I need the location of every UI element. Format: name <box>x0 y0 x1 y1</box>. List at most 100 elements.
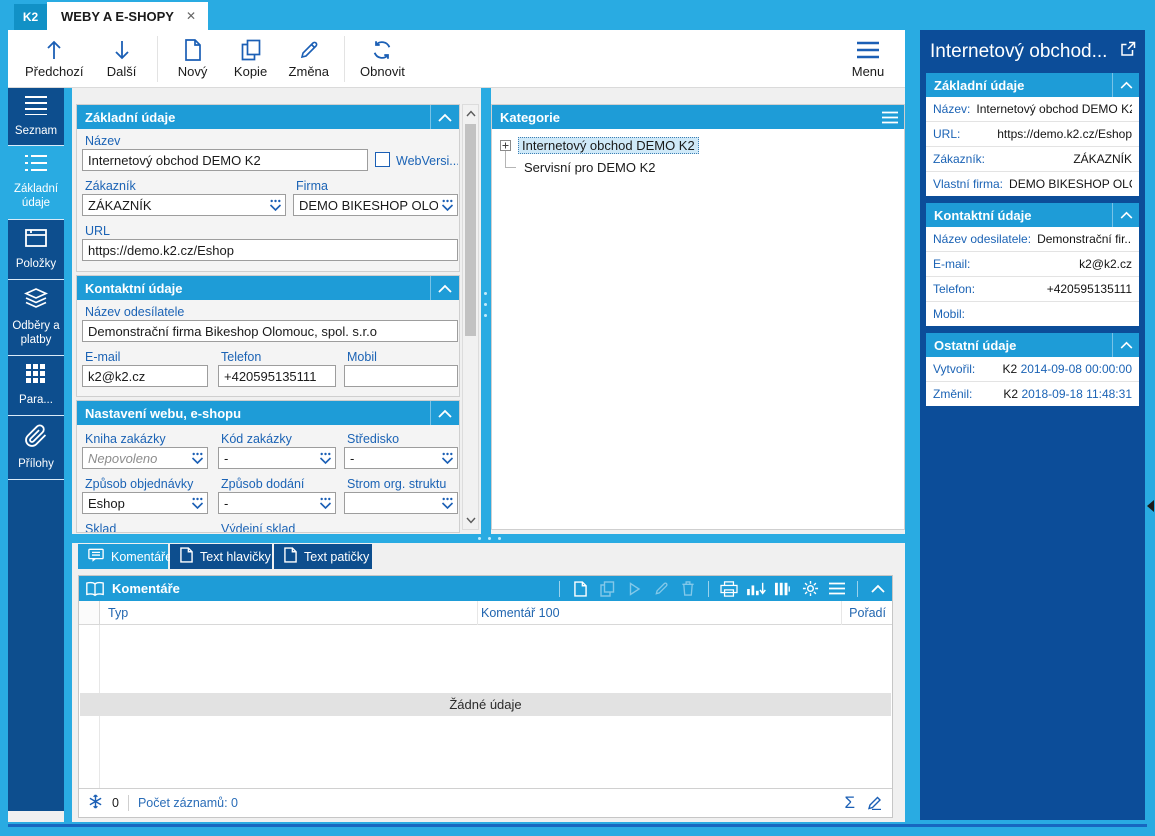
copy-record-icon[interactable] <box>597 580 617 598</box>
columns-icon[interactable] <box>773 580 793 598</box>
speech-bubble-icon <box>88 548 104 566</box>
preview-row: Telefon: +420595135111 <box>926 277 1139 302</box>
previous-button[interactable]: Předchozí <box>16 33 93 85</box>
column-header-typ[interactable]: Typ <box>108 606 128 620</box>
mobil-input[interactable] <box>344 365 458 387</box>
dropdown-icon[interactable] <box>438 452 457 465</box>
form-scrollbar[interactable] <box>462 104 479 530</box>
close-tab-icon[interactable]: ✕ <box>186 9 196 23</box>
scroll-up-icon[interactable] <box>463 106 478 121</box>
tab-text-hlavicky[interactable]: Text hlavičky <box>170 544 272 569</box>
firma-combo[interactable]: DEMO BIKESHOP OLOMOUC <box>293 194 458 216</box>
detail-list-icon <box>23 154 49 176</box>
open-external-icon[interactable] <box>1120 41 1136 63</box>
refresh-button[interactable]: Obnovit <box>351 33 414 85</box>
scrollbar-thumb[interactable] <box>465 124 476 336</box>
phone-input[interactable] <box>218 365 336 387</box>
main-toolbar: Předchozí Další Nový Kopie Změna Obnovit… <box>8 30 905 88</box>
copy-icon <box>241 39 261 61</box>
settings-gear-icon[interactable] <box>800 580 820 598</box>
preview-section-kontaktni: Kontaktní údaje Název odesilatele: Demons… <box>926 203 1139 326</box>
collapse-chevron-icon[interactable] <box>1112 333 1139 357</box>
sidebar-item-zakladni-udaje[interactable]: Základní údaje <box>8 146 64 220</box>
tree-node-internetovy-obchod[interactable]: Internetový obchod DEMO K2 <box>492 135 699 155</box>
collapse-chevron-icon[interactable] <box>430 105 459 129</box>
zpusob-objednavky-combo[interactable]: Eshop <box>82 492 208 514</box>
sidebar-item-seznam[interactable]: Seznam <box>8 88 64 146</box>
sidebar-item-odbery-a-platby[interactable]: Odběry a platby <box>8 280 64 356</box>
new-button[interactable]: Nový <box>164 33 222 85</box>
sidebar-item-polozky[interactable]: Položky <box>8 220 64 280</box>
email-input[interactable] <box>82 365 208 387</box>
grid-menu-icon[interactable] <box>827 580 847 598</box>
pencil-icon <box>298 39 320 61</box>
kod-zakazky-combo[interactable]: - <box>218 447 336 469</box>
dropdown-icon[interactable] <box>188 497 207 510</box>
collapse-chevron-icon[interactable] <box>868 580 888 598</box>
sender-input[interactable] <box>82 320 458 342</box>
dropdown-icon[interactable] <box>188 452 207 465</box>
print-icon[interactable] <box>719 580 739 598</box>
play-icon[interactable] <box>624 580 644 598</box>
preview-section-ostatni: Ostatní údaje Vytvořil: K2 2014-09-08 00… <box>926 333 1139 406</box>
phone-label: Telefon <box>221 350 262 364</box>
table-column-header-row: Typ Komentář 100 Pořadí <box>79 601 892 625</box>
collapse-chevron-icon[interactable] <box>1112 73 1139 97</box>
delete-trash-icon[interactable] <box>678 580 698 598</box>
scroll-down-icon[interactable] <box>463 513 478 528</box>
kod-zakazky-label: Kód zakázky <box>221 432 292 446</box>
new-record-icon[interactable] <box>570 580 590 598</box>
nazev-input[interactable] <box>82 149 368 171</box>
panel-collapse-arrow-icon[interactable] <box>1147 499 1154 517</box>
column-header-poradi[interactable]: Pořadí <box>849 606 886 620</box>
dropdown-icon[interactable] <box>316 497 335 510</box>
panel-nastaveni-webu-header[interactable]: Nastavení webu, e-shopu <box>77 401 459 425</box>
copy-button[interactable]: Kopie <box>222 33 280 85</box>
column-header-komentar[interactable]: Komentář 100 <box>481 606 560 620</box>
webversion-checkbox[interactable] <box>375 152 390 167</box>
url-input[interactable] <box>82 239 458 261</box>
preview-row: Vlastní firma:DEMO BIKESHOP OLO... <box>926 172 1139 196</box>
preview-section-header[interactable]: Základní údaje <box>926 73 1139 97</box>
tab-komentare[interactable]: Komentáře <box>78 544 172 569</box>
panel-kontaktni-udaje-header[interactable]: Kontaktní údaje <box>77 276 459 300</box>
chart-export-icon[interactable] <box>746 580 766 598</box>
webversion-label: WebVersi... <box>396 154 458 168</box>
dropdown-icon[interactable] <box>266 199 285 212</box>
preview-section-header[interactable]: Kontaktní údaje <box>926 203 1139 227</box>
kniha-zakazky-combo[interactable]: Nepovoleno <box>82 447 208 469</box>
preview-section-header[interactable]: Ostatní údaje <box>926 333 1139 357</box>
stredisko-combo[interactable]: - <box>344 447 458 469</box>
collapse-chevron-icon[interactable] <box>430 276 459 300</box>
dropdown-icon[interactable] <box>438 497 457 510</box>
next-button[interactable]: Další <box>93 33 151 85</box>
dropdown-icon[interactable] <box>316 452 335 465</box>
sidebar-item-parametry[interactable]: Para... <box>8 356 64 416</box>
menu-button[interactable]: Menu <box>839 33 897 85</box>
sidebar-item-prilohy[interactable]: Přílohy <box>8 416 64 480</box>
panel-menu-icon[interactable] <box>876 105 904 129</box>
collapse-chevron-icon[interactable] <box>430 401 459 425</box>
vertical-splitter[interactable] <box>481 88 491 534</box>
tab-text-paticky[interactable]: Text patičky <box>274 544 372 569</box>
zakaznik-label: Zákazník <box>85 179 136 193</box>
collapse-chevron-icon[interactable] <box>1112 203 1139 227</box>
arrow-up-icon <box>44 39 64 61</box>
zakaznik-combo[interactable]: ZÁKAZNÍK <box>82 194 286 216</box>
tab-weby-a-eshopy[interactable]: WEBY A E-SHOPY ✕ <box>47 2 208 30</box>
panel-kategorie-header[interactable]: Kategorie <box>492 105 904 129</box>
edit-pencil-icon[interactable] <box>651 580 671 598</box>
sum-sigma-icon[interactable]: Σ <box>844 793 855 813</box>
book-icon <box>85 580 105 598</box>
strom-org-combo[interactable] <box>344 492 458 514</box>
panel-zakladni-udaje-header[interactable]: Základní údaje <box>77 105 459 129</box>
tree-expander-icon[interactable] <box>500 139 511 151</box>
zpusob-dodani-combo[interactable]: - <box>218 492 336 514</box>
tree-node-servisni[interactable]: Servisní pro DEMO K2 <box>492 157 659 177</box>
table-status-bar: 0 Počet záznamů: 0 Σ <box>79 788 892 817</box>
tab-k2-logo[interactable]: K2 <box>14 4 47 30</box>
horizontal-splitter[interactable] <box>72 534 905 543</box>
dropdown-icon[interactable] <box>438 199 457 212</box>
change-button[interactable]: Změna <box>280 33 338 85</box>
edit-pen-icon[interactable] <box>867 794 883 813</box>
